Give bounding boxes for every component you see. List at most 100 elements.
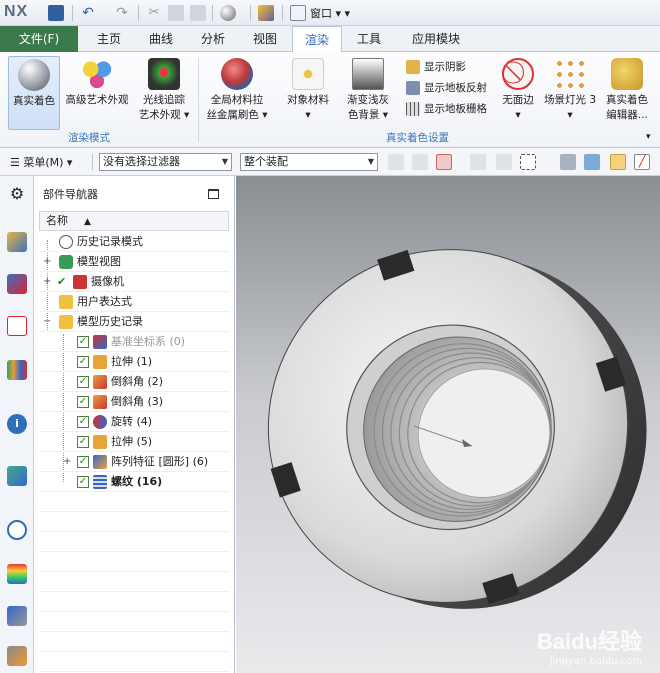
show-floor-reflection-button[interactable]: 显示地板反射 xyxy=(406,79,487,97)
window-menu[interactable]: 窗口 ▾ ▾ xyxy=(310,5,350,21)
undo-icon[interactable]: ↶ xyxy=(80,5,96,21)
tree-row-label: 摄像机 xyxy=(91,275,124,288)
tree-row-user-expressions[interactable]: 用户表达式 xyxy=(39,292,229,312)
watermark-brand: Baidu经验 xyxy=(536,629,642,654)
tree-row-extrude-1[interactable]: ✓ 拉伸 (1) xyxy=(39,352,229,372)
thread-icon xyxy=(93,475,107,489)
snap-icon[interactable] xyxy=(388,154,404,170)
visibility-checkbox[interactable]: ✓ xyxy=(77,476,89,488)
dropdown-arrow-icon: ▾ xyxy=(515,109,521,121)
tab-file[interactable]: 文件(F) xyxy=(0,26,78,52)
brush-icon[interactable] xyxy=(258,5,274,21)
sort-asc-icon: ▲ xyxy=(84,217,91,227)
type-filter-dropdown[interactable]: 没有选择过滤器 ▼ xyxy=(99,153,232,171)
web-browser-icon[interactable] xyxy=(7,466,27,486)
filter-icon[interactable] xyxy=(470,154,486,170)
tree-row-label: 旋转 (4) xyxy=(111,415,153,428)
tree-row-extrude-5[interactable]: ✓ 拉伸 (5) xyxy=(39,432,229,452)
tab-analysis[interactable]: 分析 xyxy=(188,26,238,52)
ray-traced-studio-button[interactable]: 光线追踪 艺术外观 ▾ xyxy=(134,56,194,123)
tree-row-label: 模型视图 xyxy=(77,255,121,268)
tab-applications[interactable]: 应用模块 xyxy=(396,26,476,52)
graphics-window[interactable]: Baidu经验 jingyan.baidu.com xyxy=(236,176,660,673)
tree-row-pattern-6[interactable]: + ✓ 阵列特征 [圆形] (6) xyxy=(39,452,229,472)
show-shadows-button[interactable]: 显示阴影 xyxy=(406,58,466,76)
system-materials-icon[interactable] xyxy=(7,606,27,626)
tree-row-revolve-4[interactable]: ✓ 旋转 (4) xyxy=(39,412,229,432)
tree-row-history-mode[interactable]: 历史记录模式 xyxy=(39,232,229,252)
tab-curve[interactable]: 曲线 xyxy=(136,26,186,52)
tree-row-cameras[interactable]: + ✔ 摄像机 xyxy=(39,272,229,292)
gradient-background-button[interactable]: 渐变浅灰 色背景 ▾ xyxy=(340,56,396,123)
object-material-icon xyxy=(292,58,324,90)
column-header-name[interactable]: 名称 ▲ xyxy=(39,211,229,231)
expand-plus-icon[interactable]: + xyxy=(43,252,51,272)
palette-icon[interactable] xyxy=(7,564,27,584)
select-icon[interactable] xyxy=(412,154,428,170)
global-material-label-1: 全局材料拉 xyxy=(210,94,264,106)
advanced-studio-button[interactable]: 高级艺术外观 xyxy=(62,56,132,108)
visibility-checkbox[interactable]: ✓ xyxy=(77,396,89,408)
tree-row-datum-csys[interactable]: ✓ 基准坐标系 (0) xyxy=(39,332,229,352)
visibility-checkbox[interactable]: ✓ xyxy=(77,436,89,448)
tree-row-model-history[interactable]: − 模型历史记录 xyxy=(39,312,229,332)
dropdown-arrow-icon: ▾ xyxy=(305,109,311,121)
visibility-checkbox[interactable]: ✓ xyxy=(77,456,89,468)
maximize-icon[interactable] xyxy=(208,189,219,199)
folder-icon xyxy=(59,295,73,309)
paste-icon[interactable] xyxy=(190,5,206,21)
selection-scope-icon[interactable] xyxy=(436,154,452,170)
menu-button[interactable]: ☰ 菜单(M) ▾ xyxy=(10,154,72,170)
expand-plus-icon[interactable]: + xyxy=(43,272,51,292)
true-shading-button[interactable]: 真实着色 xyxy=(8,56,60,130)
tab-render[interactable]: 渲染 xyxy=(292,26,342,53)
view-solid-icon[interactable] xyxy=(560,154,576,170)
pick-icon[interactable] xyxy=(496,154,512,170)
pencil-icon[interactable]: ╱ xyxy=(634,154,650,170)
part-navigator-icon[interactable] xyxy=(7,316,27,336)
tree-row-chamfer-3[interactable]: ✓ 倒斜角 (3) xyxy=(39,392,229,412)
separator xyxy=(138,5,139,21)
scene-lighting-button[interactable]: 场景灯光 3 ▾ xyxy=(540,56,600,123)
reuse-library-icon[interactable] xyxy=(7,360,27,380)
roles-icon[interactable] xyxy=(7,646,27,666)
tab-home[interactable]: 主页 xyxy=(84,26,134,52)
show-floor-grid-button[interactable]: 显示地板栅格 xyxy=(406,100,487,118)
settings-icon[interactable]: ⚙ xyxy=(7,184,27,204)
ribbon-expand-icon[interactable]: ▾ xyxy=(646,132,651,142)
cut-icon[interactable]: ✂ xyxy=(146,5,162,21)
save-icon[interactable] xyxy=(48,5,64,21)
tree-row-thread-16[interactable]: ✓ 螺纹 (16) xyxy=(39,472,229,492)
true-shading-editor-button[interactable]: 真实着色 编辑器... xyxy=(600,56,654,123)
no-face-edges-button[interactable]: ⃠ 无面边 ▾ xyxy=(496,56,540,123)
view-cube-icon[interactable] xyxy=(584,154,600,170)
tree-row-chamfer-2[interactable]: ✓ 倒斜角 (2) xyxy=(39,372,229,392)
tree-row-model-views[interactable]: + 模型视图 xyxy=(39,252,229,272)
expand-plus-icon[interactable]: + xyxy=(63,452,71,472)
separator xyxy=(282,5,283,21)
show-floor-grid-label: 显示地板栅格 xyxy=(424,103,487,115)
global-material-button[interactable]: 全局材料拉 丝金属刷色 ▾ xyxy=(204,56,270,123)
visibility-checkbox[interactable]: ✓ xyxy=(77,336,89,348)
collapse-minus-icon[interactable]: − xyxy=(43,312,51,332)
object-material-button[interactable]: 对象材料 ▾ xyxy=(280,56,336,123)
copy-icon[interactable] xyxy=(168,5,184,21)
info-icon[interactable]: i xyxy=(7,414,27,434)
tree-row-label: 阵列特征 [圆形] (6) xyxy=(111,455,209,468)
assembly-scope-dropdown[interactable]: 整个装配 ▼ xyxy=(240,153,378,171)
window-icon[interactable] xyxy=(290,5,306,21)
visibility-checkbox[interactable]: ✓ xyxy=(77,376,89,388)
constraint-navigator-icon[interactable] xyxy=(7,274,27,294)
redo-icon[interactable]: ↷ xyxy=(114,5,130,21)
snap-points-icon[interactable] xyxy=(610,154,626,170)
assembly-navigator-icon[interactable] xyxy=(7,232,27,252)
visibility-checkbox[interactable]: ✓ xyxy=(77,416,89,428)
group-label-render-mode: 渲染模式 xyxy=(68,132,110,144)
material-sphere-icon xyxy=(221,58,253,90)
render-style-icon[interactable] xyxy=(220,5,236,21)
visibility-checkbox[interactable]: ✓ xyxy=(77,356,89,368)
history-clock-icon[interactable] xyxy=(7,520,27,540)
tab-tools[interactable]: 工具 xyxy=(344,26,394,52)
tab-view[interactable]: 视图 xyxy=(240,26,290,52)
rectangle-select-icon[interactable] xyxy=(520,154,536,170)
